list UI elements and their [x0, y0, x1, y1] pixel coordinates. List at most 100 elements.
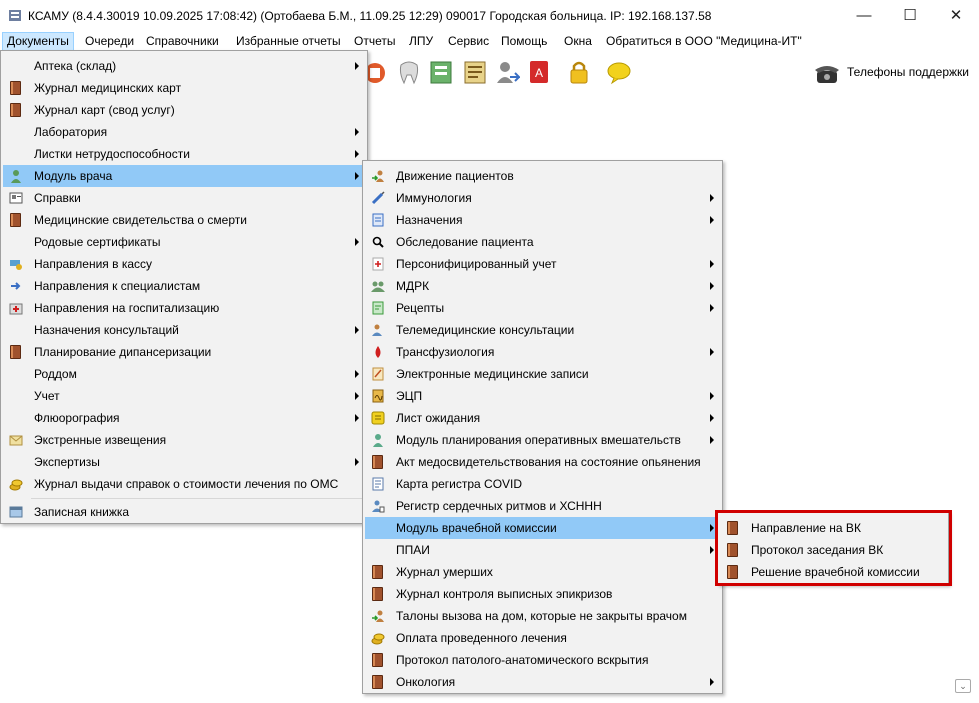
doctor-module-menu-item[interactable]: Движение пациентов: [365, 165, 720, 187]
documents-menu-item[interactable]: Журнал медицинских карт: [3, 77, 365, 99]
doctor-module-menu-item[interactable]: Лист ожидания: [365, 407, 720, 429]
documents-menu-item-label: Экспертизы: [34, 455, 100, 469]
documents-menu-item[interactable]: Направления к специалистам: [3, 275, 365, 297]
menu-help[interactable]: Помощь: [497, 33, 551, 50]
documents-menu-item[interactable]: Флюорография: [3, 407, 365, 429]
menu-directories[interactable]: Справочники: [142, 33, 223, 50]
submenu-arrow-icon: [355, 370, 359, 378]
svg-text:A: A: [535, 66, 543, 80]
doctor-module-menu-item[interactable]: Оплата проведенного лечения: [365, 627, 720, 649]
doctor-module-menu-item[interactable]: МДРК: [365, 275, 720, 297]
group-icon: [371, 279, 385, 293]
documents-menu-item[interactable]: Справки: [3, 187, 365, 209]
doctor-module-menu-item[interactable]: Регистр сердечных ритмов и ХСННН: [365, 495, 720, 517]
doctor-module-menu-item[interactable]: Акт медосвидетельствования на состояние …: [365, 451, 720, 473]
documents-menu-item[interactable]: Лаборатория: [3, 121, 365, 143]
documents-menu-item[interactable]: Экспертизы: [3, 451, 365, 473]
minimize-button[interactable]: —: [841, 0, 887, 31]
menu-windows[interactable]: Окна: [560, 33, 596, 50]
support-phones-button[interactable]: Телефоны поддержки: [814, 61, 969, 83]
submenu-arrow-icon: [355, 458, 359, 466]
documents-menu-item-label: Журнал карт (свод услуг): [34, 103, 175, 117]
doctor-module-menu-item[interactable]: Талоны вызова на дом, которые не закрыты…: [365, 605, 720, 627]
documents-menu-item[interactable]: Планирование дипансеризации: [3, 341, 365, 363]
lock-icon[interactable]: [566, 59, 592, 85]
doctor-module-menu-item-label: Карта регистра COVID: [396, 477, 523, 491]
menu-service[interactable]: Сервис: [444, 33, 493, 50]
doctor-module-menu-item-label: Оплата проведенного лечения: [396, 631, 567, 645]
documents-menu-item-label: Флюорография: [34, 411, 120, 425]
close-button[interactable]: ✕: [933, 0, 979, 31]
menu-contact-vendor[interactable]: Обратиться в ООО "Медицина-ИТ": [602, 33, 806, 50]
doctor-module-menu-item[interactable]: Модуль врачебной комиссии: [365, 517, 720, 539]
documents-menu-item[interactable]: Записная книжка: [3, 501, 365, 523]
doctor-module-menu-item[interactable]: Иммунология: [365, 187, 720, 209]
doctor-module-menu-item-label: Персонифицированный учет: [396, 257, 557, 271]
doctor-module-menu-item[interactable]: Назначения: [365, 209, 720, 231]
doctor-module-menu-item[interactable]: ППАИ: [365, 539, 720, 561]
menu-favorite-reports[interactable]: Избранные отчеты: [232, 33, 345, 50]
patient-transfer-icon[interactable]: [494, 59, 520, 85]
documents-menu: Аптека (склад) Журнал медицинских карт Жур…: [0, 50, 368, 524]
documents-menu-item-label: Роддом: [34, 367, 77, 381]
documents-menu-item[interactable]: Аптека (склад): [3, 55, 365, 77]
documents-menu-item[interactable]: Журнал карт (свод услуг): [3, 99, 365, 121]
hospital-icon: [9, 301, 23, 315]
coins-icon: [371, 631, 385, 645]
phone-icon: [814, 65, 839, 83]
documents-menu-item[interactable]: Назначения консультаций: [3, 319, 365, 341]
documents-menu-item[interactable]: Направления на госпитализацию: [3, 297, 365, 319]
submenu-arrow-icon: [710, 194, 714, 202]
menu-lpu[interactable]: ЛПУ: [405, 33, 437, 50]
window-title: КСАМУ (8.4.4.30019 10.09.2025 17:08:42) …: [28, 9, 712, 23]
doctor-icon: [9, 169, 23, 183]
maximize-button[interactable]: ☐: [887, 0, 933, 31]
documents-menu-item[interactable]: Учет: [3, 385, 365, 407]
doctor-module-menu-item[interactable]: Журнал умерших: [365, 561, 720, 583]
documents-menu-item[interactable]: Экстренные извещения: [3, 429, 365, 451]
documents-menu-item[interactable]: Журнал выдачи справок о стоимости лечени…: [3, 473, 365, 495]
submenu-arrow-icon: [710, 436, 714, 444]
menu-reports[interactable]: Отчеты: [350, 33, 399, 50]
doctor-module-menu-item[interactable]: ЭЦП: [365, 385, 720, 407]
documents-menu-item[interactable]: Модуль врача: [3, 165, 365, 187]
documents-menu-item[interactable]: Медицинские свидетельства о смерти: [3, 209, 365, 231]
doctor-module-menu-item[interactable]: Рецепты: [365, 297, 720, 319]
documents-menu-item[interactable]: Роддом: [3, 363, 365, 385]
scroll-down-icon[interactable]: ⌄: [955, 679, 971, 693]
documents-menu-item[interactable]: Листки нетрудоспособности: [3, 143, 365, 165]
doctor-module-menu-item-label: Обследование пациента: [396, 235, 534, 249]
doctor-module-menu-item-label: МДРК: [396, 279, 430, 293]
message-icon[interactable]: [606, 59, 632, 85]
doctor-module-menu-item[interactable]: Обследование пациента: [365, 231, 720, 253]
documents-menu-item[interactable]: Направления в кассу: [3, 253, 365, 275]
coins-icon: [9, 477, 23, 491]
medical-record-icon[interactable]: [462, 59, 488, 85]
doctor-module-menu-item[interactable]: Карта регистра COVID: [365, 473, 720, 495]
doctor-module-menu-item[interactable]: Онкология: [365, 671, 720, 693]
doctor-module-menu-item[interactable]: Персонифицированный учет: [365, 253, 720, 275]
doctor-module-menu-item[interactable]: Журнал контроля выписных эпикризов: [365, 583, 720, 605]
doctor-module-menu-item[interactable]: Модуль планирования оперативных вмешател…: [365, 429, 720, 451]
medical-chart-icon[interactable]: [428, 59, 454, 85]
menu-queues[interactable]: Очереди: [81, 33, 138, 50]
patient-transfer-icon: [371, 169, 385, 183]
tooth-icon[interactable]: [396, 59, 422, 85]
doctor-module-menu-item-label: Модуль врачебной комиссии: [396, 521, 557, 535]
submenu-arrow-icon: [355, 238, 359, 246]
documents-menu-item-label: Направления на госпитализацию: [34, 301, 220, 315]
doctor-module-menu-item[interactable]: Телемедицинские консультации: [365, 319, 720, 341]
book-icon: [371, 675, 385, 689]
book-icon: [371, 587, 385, 601]
menu-documents[interactable]: Документы: [2, 32, 74, 51]
doctor-module-menu-item[interactable]: Электронные медицинские записи: [365, 363, 720, 385]
book-icon: [371, 653, 385, 667]
doctor-module-menu-item[interactable]: Трансфузиология: [365, 341, 720, 363]
documents-menu-item[interactable]: Родовые сертификаты: [3, 231, 365, 253]
documents-menu-item-label: Журнал выдачи справок о стоимости лечени…: [34, 477, 339, 491]
pdf-document-icon[interactable]: A: [526, 59, 552, 85]
heart-registry-icon: [371, 499, 385, 513]
doctor-module-menu-item[interactable]: Протокол патолого-анатомического вскрыти…: [365, 649, 720, 671]
doctor-module-menu-item-label: Модуль планирования оперативных вмешател…: [396, 433, 681, 447]
doctor-module-menu-item-label: Лист ожидания: [396, 411, 481, 425]
